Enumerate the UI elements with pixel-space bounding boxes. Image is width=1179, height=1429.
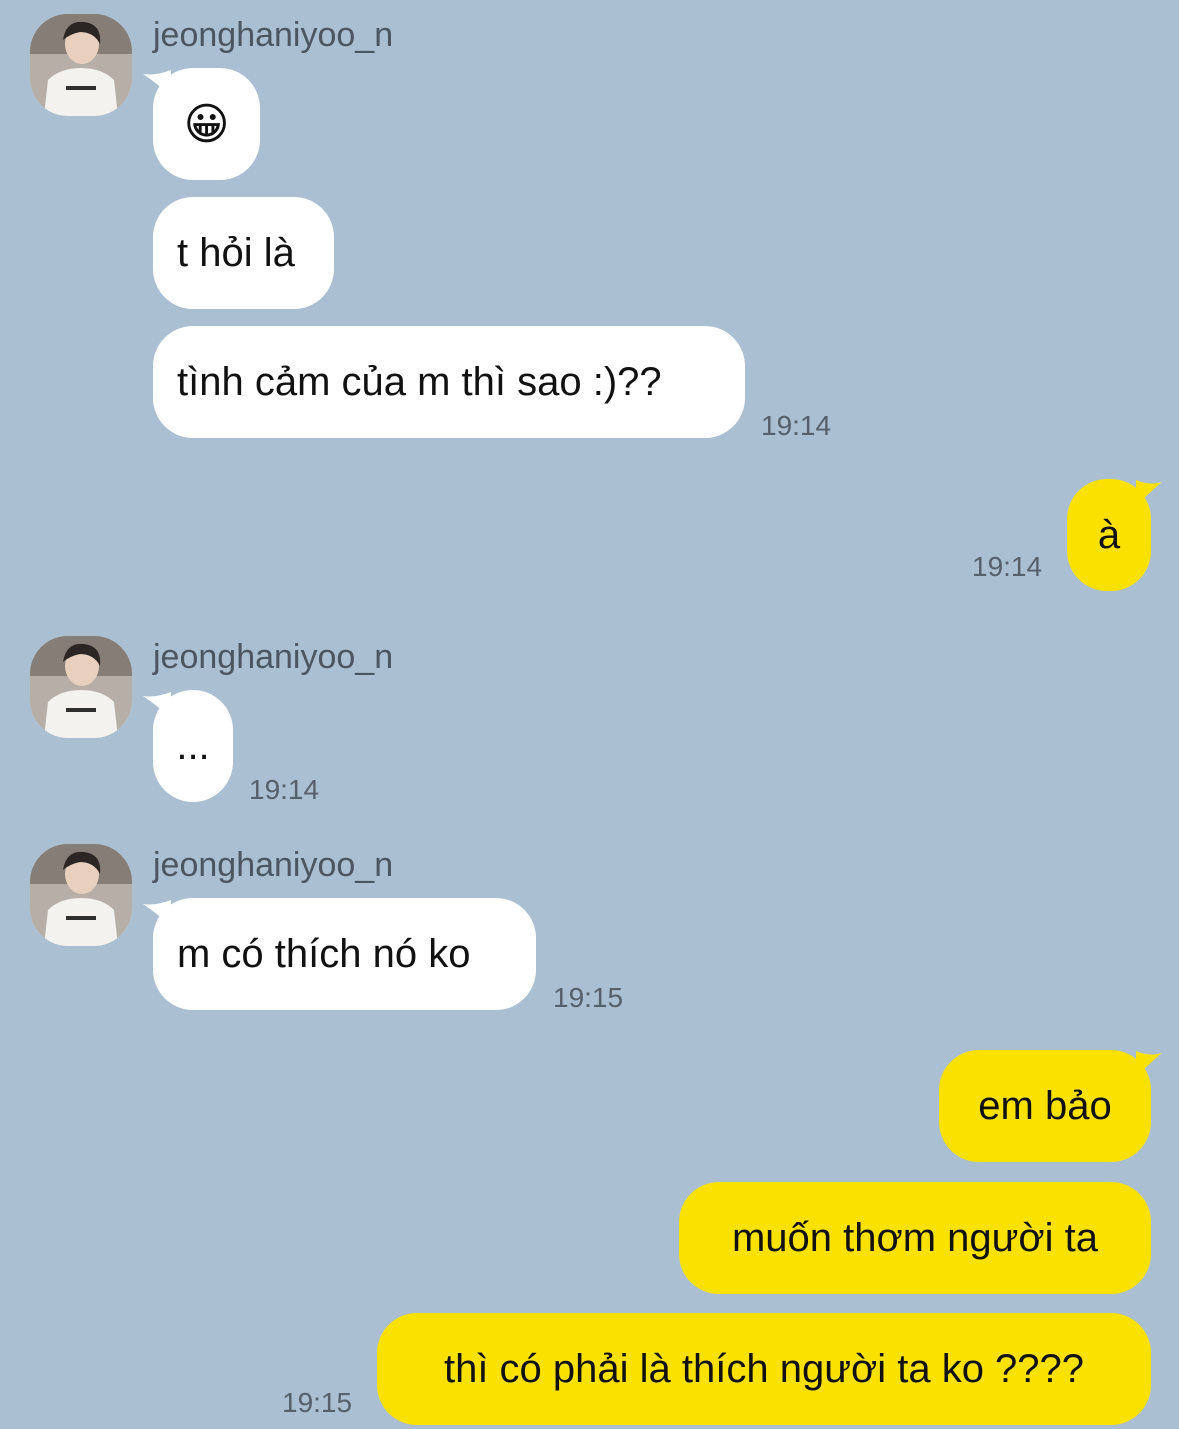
message-time: 19:15: [553, 982, 624, 1013]
message-bubble[interactable]: 😀: [153, 68, 260, 180]
message-text: tình cảm của m thì sao :)??: [177, 359, 662, 404]
message-text: m có thích nó ko: [177, 931, 471, 976]
profile-photo-icon: [30, 14, 132, 116]
avatar[interactable]: [30, 844, 132, 946]
message-time: 19:14: [972, 551, 1043, 582]
message-bubble[interactable]: à: [1067, 479, 1151, 591]
sender-name: jeonghaniyoo_n: [153, 846, 394, 884]
message-text: ...: [176, 723, 210, 768]
sender-name: jeonghaniyoo_n: [153, 638, 394, 676]
message-time: 19:14: [249, 774, 320, 805]
message-text: à: [1097, 512, 1121, 557]
message-time: 19:15: [282, 1387, 353, 1418]
message-bubble[interactable]: ...: [153, 690, 233, 802]
avatar[interactable]: [30, 636, 132, 738]
message-bubble[interactable]: m có thích nó ko: [153, 898, 536, 1010]
message-bubble[interactable]: muốn thơm người ta: [679, 1182, 1151, 1294]
message-bubble[interactable]: thì có phải là thích người ta ko ????: [377, 1313, 1151, 1425]
message-text: thì có phải là thích người ta ko ????: [443, 1346, 1085, 1391]
message-time: 19:14: [761, 410, 832, 441]
profile-photo-icon: [30, 844, 132, 946]
message-bubble[interactable]: tình cảm của m thì sao :)??: [153, 326, 745, 438]
message-text: em bảo: [978, 1083, 1112, 1128]
avatar[interactable]: [30, 14, 132, 116]
sender-name: jeonghaniyoo_n: [153, 16, 394, 54]
grinning-face-icon: 😀: [183, 99, 230, 149]
message-bubble[interactable]: em bảo: [939, 1050, 1151, 1162]
message-bubble[interactable]: t hỏi là: [153, 197, 334, 309]
profile-photo-icon: [30, 636, 132, 738]
message-text: muốn thơm người ta: [731, 1215, 1099, 1260]
message-text: t hỏi là: [177, 230, 295, 275]
